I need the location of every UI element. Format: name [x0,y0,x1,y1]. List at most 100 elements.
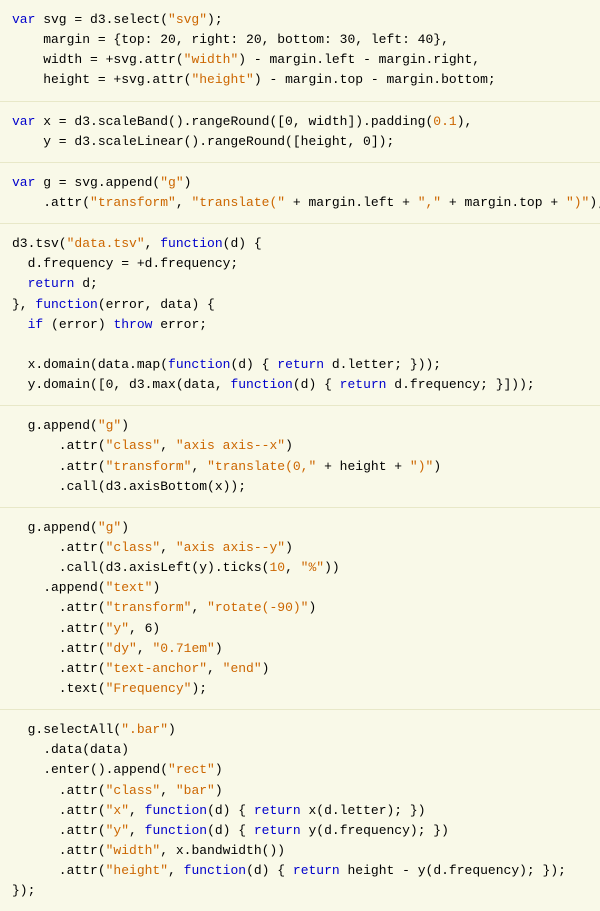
code-line: .call(d3.axisLeft(y).ticks(10, "%")) [12,558,588,578]
token-str: "height" [191,72,253,87]
code-line: margin = {top: 20, right: 20, bottom: 30… [12,30,588,50]
token-plain: ); [191,681,207,696]
token-plain: ) [215,762,223,777]
token-plain: g.append( [12,418,98,433]
token-plain: .call(d3.axisBottom(x)); [12,479,246,494]
token-plain: .enter().append( [12,762,168,777]
token-plain: ) [152,580,160,595]
token-plain: .attr( [12,540,106,555]
code-line: .attr("height", function(d) { return hei… [12,861,588,881]
token-plain: ) [433,459,441,474]
token-str: "class" [106,438,161,453]
token-str: "transform" [106,600,192,615]
code-line: d3.tsv("data.tsv", function(d) { [12,234,588,254]
token-plain: ) - margin.top - margin.bottom; [254,72,496,87]
token-kw: var [12,12,35,27]
token-plain: + margin.left + [285,195,418,210]
token-plain: , [160,783,176,798]
token-str: "end" [223,661,262,676]
token-kw: function [145,823,207,838]
token-plain: ) - margin.left - margin.right, [238,52,480,67]
token-plain: , [160,438,176,453]
token-plain: .attr( [12,641,106,656]
token-str: "%" [301,560,324,575]
token-plain: ) [215,641,223,656]
token-plain: (d) { [293,377,340,392]
token-plain: x = d3.scaleBand().rangeRound([0, width]… [35,114,433,129]
code-line: }); [12,881,588,901]
token-plain [12,317,28,332]
token-str: "svg" [168,12,207,27]
token-plain: ) [168,722,176,737]
token-str: "width" [184,52,239,67]
code-line: var x = d3.scaleBand().rangeRound([0, wi… [12,112,588,132]
token-plain: , [207,661,223,676]
token-kw: return [28,276,75,291]
code-line: g.append("g") [12,416,588,436]
code-block-3: var g = svg.append("g") .attr("transform… [0,163,600,224]
token-plain: , 6) [129,621,160,636]
token-str: ".bar" [121,722,168,737]
token-plain: ); [207,12,223,27]
token-plain: ) [121,418,129,433]
token-plain: ) [121,520,129,535]
token-str: "g" [98,418,121,433]
token-kw: return [254,803,301,818]
code-line: y.domain([0, d3.max(data, function(d) { … [12,375,588,395]
token-throw-kw: throw [113,317,152,332]
token-str: "y" [106,621,129,636]
code-line: .attr("x", function(d) { return x(d.lett… [12,801,588,821]
token-plain: svg = d3.select( [35,12,168,27]
token-kw: function [35,297,97,312]
token-plain: .attr( [12,823,106,838]
code-line: }, function(error, data) { [12,295,588,315]
token-plain: .attr( [12,661,106,676]
code-pre-3: var g = svg.append("g") .attr("transform… [12,173,588,213]
token-str: "data.tsv" [67,236,145,251]
token-str: "class" [106,783,161,798]
token-kw: return [293,863,340,878]
token-kw: function [168,357,230,372]
code-line: x.domain(data.map(function(d) { return d… [12,355,588,375]
code-line: .attr("class", "bar") [12,781,588,801]
token-kw: var [12,175,35,190]
code-line: d.frequency = +d.frequency; [12,254,588,274]
token-plain: , [168,863,184,878]
code-line: y = d3.scaleLinear().rangeRound([height,… [12,132,588,152]
token-plain: , x.bandwidth()) [160,843,285,858]
token-num: 0.1 [433,114,456,129]
code-line: .call(d3.axisBottom(x)); [12,477,588,497]
code-line: g.selectAll(".bar") [12,720,588,740]
code-pre-1: var svg = d3.select("svg"); margin = {to… [12,10,588,91]
token-kw: if [28,317,44,332]
token-plain: ) [285,438,293,453]
code-line: var svg = d3.select("svg"); [12,10,588,30]
code-line: .text("Frequency"); [12,679,588,699]
token-plain: (d) { [223,236,262,251]
token-plain: .attr( [12,803,106,818]
code-line: .enter().append("rect") [12,760,588,780]
token-plain: g.selectAll( [12,722,121,737]
token-kw: function [230,377,292,392]
token-plain: + height + [316,459,410,474]
code-pre-7: g.selectAll(".bar") .data(data) .enter()… [12,720,588,901]
token-plain: , [176,195,192,210]
token-plain: .attr( [12,863,106,878]
token-plain: .attr( [12,621,106,636]
token-plain: y.domain([0, d3.max(data, [12,377,230,392]
token-plain: , [129,823,145,838]
code-container: var svg = d3.select("svg"); margin = {to… [0,0,600,911]
token-plain: .attr( [12,600,106,615]
token-plain: .data(data) [12,742,129,757]
token-plain: x.domain(data.map( [12,357,168,372]
token-kw: function [145,803,207,818]
code-pre-2: var x = d3.scaleBand().rangeRound([0, wi… [12,112,588,152]
code-line: .attr("y", 6) [12,619,588,639]
code-block-2: var x = d3.scaleBand().rangeRound([0, wi… [0,102,600,163]
token-str: "rotate(-90)" [207,600,308,615]
token-plain: d.letter; })); [324,357,441,372]
code-line: width = +svg.attr("width") - margin.left… [12,50,588,70]
code-line: if (error) throw error; [12,315,588,335]
token-str: "class" [106,540,161,555]
token-kw: function [160,236,222,251]
